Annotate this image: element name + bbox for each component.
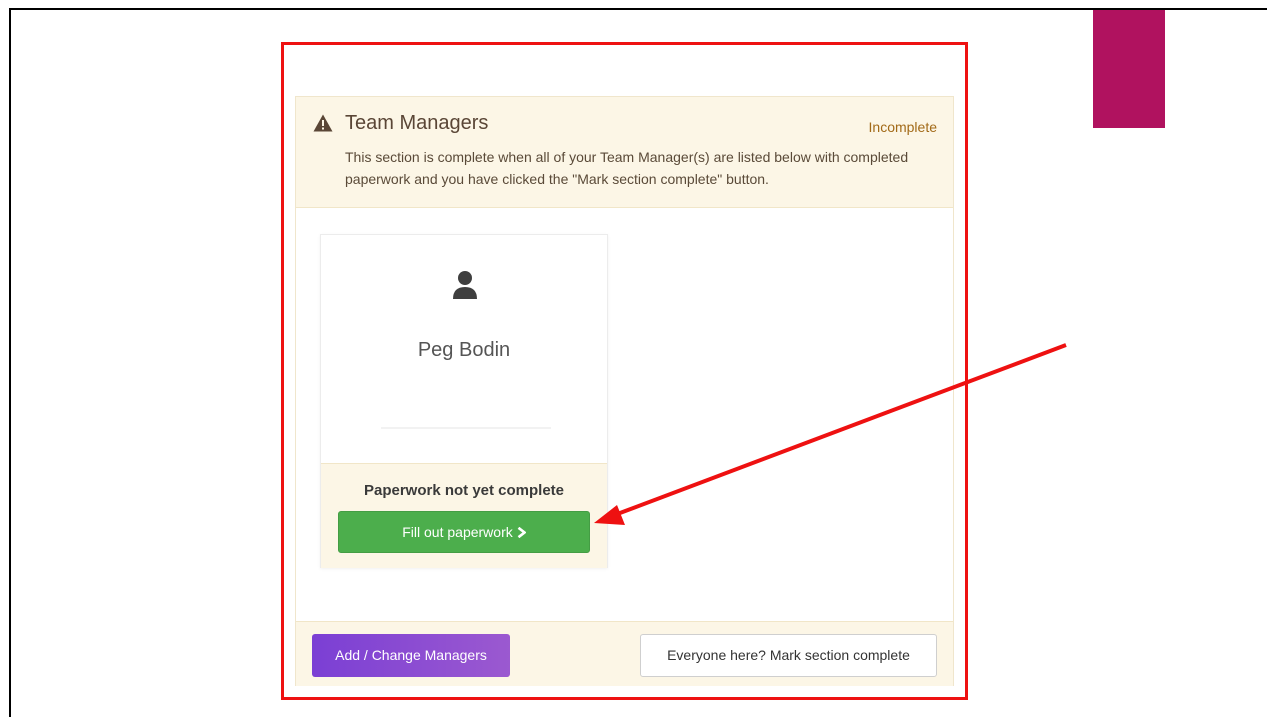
annotation-highlight-box bbox=[281, 42, 968, 700]
accent-bar bbox=[1093, 10, 1165, 128]
